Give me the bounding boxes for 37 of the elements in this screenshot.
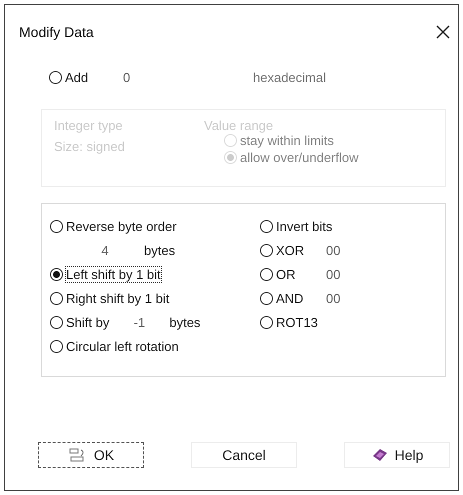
bytes-field[interactable]: 4	[66, 242, 144, 258]
option-label[interactable]: Left shift by 1 bit	[66, 266, 161, 282]
option-label[interactable]: Reverse byte order	[66, 218, 177, 234]
close-icon[interactable]	[436, 25, 450, 39]
radio-button[interactable]	[50, 340, 63, 352]
option-label[interactable]: OR	[276, 266, 320, 282]
radio-button[interactable]	[50, 292, 63, 304]
unit-label: bytes	[169, 314, 200, 330]
dialog-button[interactable]: Help	[344, 442, 450, 468]
base-label: hexadecimal	[253, 70, 326, 84]
radio-button[interactable]	[260, 292, 273, 304]
dialog-button[interactable]: OK	[38, 442, 144, 468]
value-field[interactable]: 00	[326, 242, 356, 258]
value-field[interactable]: 00	[326, 290, 356, 306]
radio-button[interactable]	[260, 316, 273, 328]
option-label[interactable]: Shift by	[66, 314, 110, 330]
radio-button[interactable]	[49, 70, 62, 84]
radio-button[interactable]	[50, 268, 63, 280]
option-label[interactable]: Add	[65, 70, 123, 84]
value-field[interactable]: 00	[326, 266, 356, 282]
option-label[interactable]: ROT13	[276, 314, 320, 330]
option-label[interactable]: AND	[276, 290, 320, 306]
radio-button[interactable]	[260, 268, 273, 280]
option-label[interactable]: Right shift by 1 bit	[66, 290, 170, 306]
option-label[interactable]: Circular left rotation	[66, 338, 179, 354]
radio-button[interactable]	[50, 316, 63, 328]
value-field[interactable]: 0	[123, 70, 163, 84]
radio-button[interactable]	[50, 220, 63, 232]
option-label[interactable]: XOR	[276, 242, 320, 258]
radio-button[interactable]	[260, 220, 273, 232]
unit-label: bytes	[144, 242, 176, 258]
option-label[interactable]: Invert bits	[276, 218, 332, 234]
book-icon	[370, 447, 389, 463]
value-field[interactable]: -1	[109, 314, 170, 330]
radio-button[interactable]	[260, 244, 273, 256]
window-title: Modify Data	[19, 24, 94, 40]
dialog-button[interactable]: Cancel	[191, 442, 297, 468]
